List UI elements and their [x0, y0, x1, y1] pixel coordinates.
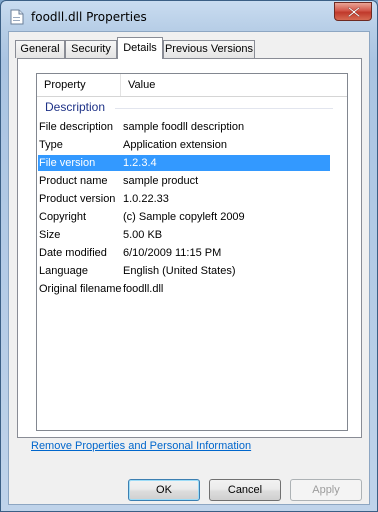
property-value: 1.0.22.33 — [123, 193, 169, 205]
list-item[interactable]: File description sample foodll descripti… — [37, 119, 347, 135]
property-value: 1.2.3.4 — [123, 157, 157, 169]
list-item[interactable]: Copyright (c) Sample copyleft 2009 — [37, 209, 347, 225]
cancel-button[interactable]: Cancel — [209, 479, 281, 501]
property-value: 5.00 KB — [123, 229, 163, 241]
tab-previous-versions[interactable]: Previous Versions — [163, 40, 255, 58]
property-name: Date modified — [39, 247, 107, 259]
group-label: Description — [45, 100, 106, 114]
tab-security[interactable]: Security — [65, 40, 117, 58]
property-name: Copyright — [39, 211, 87, 223]
list-item[interactable]: Product name sample product — [37, 173, 347, 189]
column-header-property[interactable]: Property — [37, 74, 121, 96]
property-name: Language — [39, 265, 88, 277]
list-item[interactable]: Language English (United States) — [37, 263, 347, 279]
column-header: Property Value — [37, 74, 347, 97]
list-item[interactable]: Original filename foodll.dll — [37, 281, 347, 297]
list-item-selected[interactable]: File version 1.2.3.4 — [38, 155, 330, 171]
property-name: Product name — [39, 175, 108, 187]
tab-general[interactable]: General — [15, 40, 65, 58]
property-value: sample product — [123, 175, 199, 187]
ok-button[interactable]: OK — [128, 479, 200, 501]
group-divider — [115, 108, 333, 109]
property-value: (c) Sample copyleft 2009 — [123, 211, 245, 223]
apply-button[interactable]: Apply — [290, 479, 362, 501]
list-item[interactable]: Type Application extension — [37, 137, 347, 153]
property-name: File version — [39, 157, 96, 169]
property-name: Product version — [39, 193, 116, 205]
property-value: 6/10/2009 11:15 PM — [123, 247, 222, 259]
remove-properties-link[interactable]: Remove Properties and Personal Informati… — [31, 440, 251, 452]
close-icon — [348, 7, 360, 17]
property-name: Original filename — [39, 283, 122, 295]
property-name: Size — [39, 229, 61, 241]
properties-window: foodll.dll Properties General Security D… — [0, 0, 378, 512]
list-item[interactable]: Size 5.00 KB — [37, 227, 347, 243]
property-value: sample foodll description — [123, 121, 245, 133]
column-header-value[interactable]: Value — [121, 74, 347, 96]
details-panel: Property Value Description File descript… — [17, 58, 362, 438]
list-item[interactable]: Product version 1.0.22.33 — [37, 191, 347, 207]
close-button[interactable] — [334, 2, 372, 21]
window-title: foodll.dll Properties — [31, 10, 147, 24]
dialog-body: General Security Details Previous Versio… — [8, 31, 370, 505]
property-value: foodll.dll — [123, 283, 164, 295]
document-icon — [10, 9, 24, 25]
property-name: File description — [39, 121, 113, 133]
group-header-description: Description — [37, 100, 347, 116]
property-name: Type — [39, 139, 63, 151]
tab-details[interactable]: Details — [117, 37, 163, 59]
list-item[interactable]: Date modified 6/10/2009 11:15 PM — [37, 245, 347, 261]
title-bar[interactable]: foodll.dll Properties — [1, 1, 377, 31]
property-value: Application extension — [123, 139, 227, 151]
property-value: English (United States) — [123, 265, 236, 277]
details-list[interactable]: Property Value Description File descript… — [36, 73, 348, 431]
